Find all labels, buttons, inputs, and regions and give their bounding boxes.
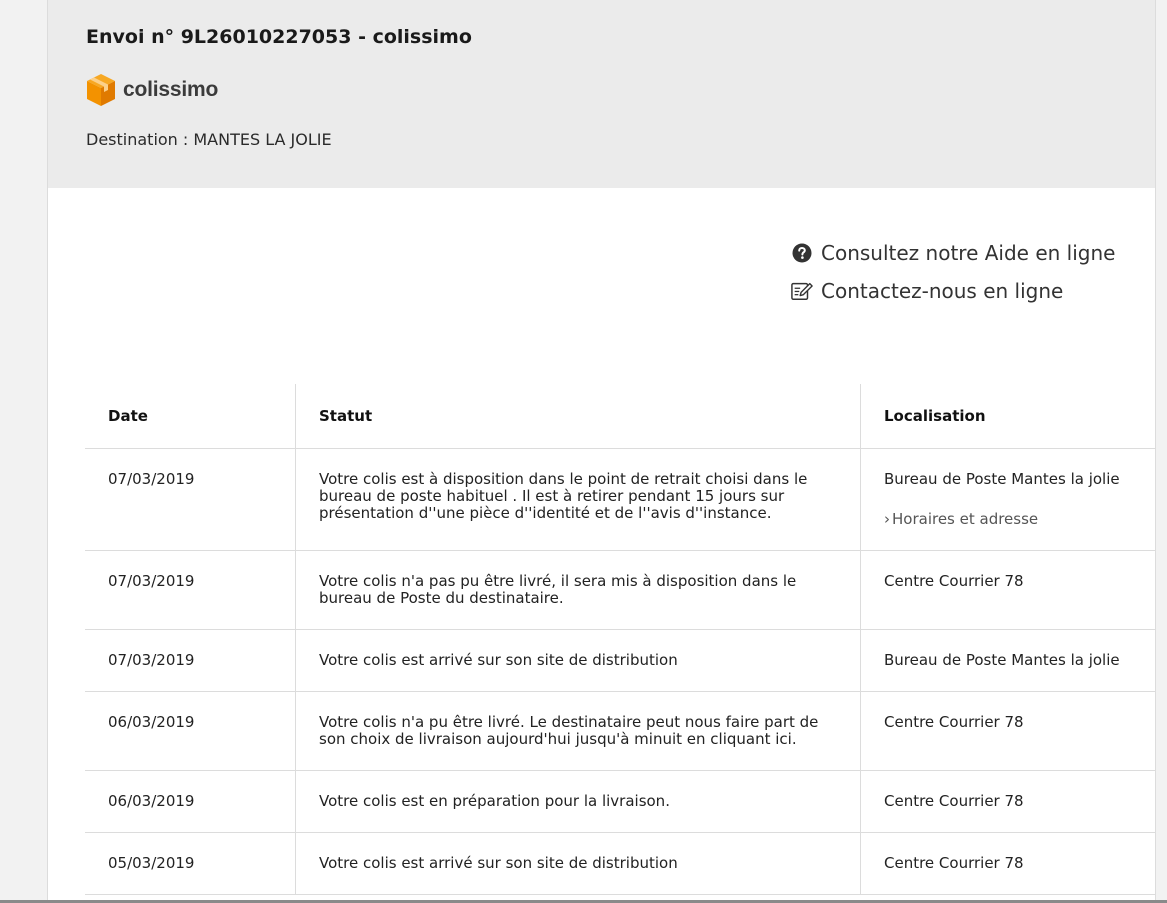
row-date: 07/03/2019 [85,448,296,551]
hours-address-label: Horaires et adresse [892,510,1039,528]
package-box-icon [87,74,115,106]
table-row: 07/03/2019 Votre colis est à disposition… [85,448,1155,551]
online-help-label: Consultez notre Aide en ligne [821,241,1116,265]
tracking-card: Envoi n° 9L26010227053 - colissimo colis… [47,0,1156,903]
colissimo-logo: colissimo [86,73,218,107]
row-status: Votre colis est arrivé sur son site de d… [295,629,861,692]
row-location: Centre Courrier 78 [860,770,1155,833]
table-row: 07/03/2019 Votre colis n'a pas pu être l… [85,550,1155,630]
row-location: Bureau de Poste Mantes la jolie [860,629,1155,692]
logo-text: colissimo [123,78,219,101]
row-date: 07/03/2019 [85,629,296,692]
status-column-header: Statut [295,384,861,449]
tracking-table: Date Statut Localisation 07/03/2019 Votr… [85,384,1155,895]
row-status: Votre colis est à disposition dans le po… [295,448,861,551]
table-row: 07/03/2019 Votre colis est arrivé sur so… [85,629,1155,692]
destination-label: Destination : MANTES LA JOLIE [86,130,332,149]
shipment-title: Envoi n° 9L26010227053 - colissimo [86,26,472,48]
chevron-right-icon: › [884,510,890,528]
row-status: Votre colis n'a pu être livré. Le destin… [295,691,861,771]
date-column-header: Date [85,384,296,449]
location-column-header: Localisation [860,384,1155,449]
row-location-cell: Bureau de Poste Mantes la jolie › Horair… [860,448,1155,551]
contact-link[interactable]: Contactez-nous en ligne [791,272,1115,310]
contact-label: Contactez-nous en ligne [821,279,1064,303]
table-row: 06/03/2019 Votre colis n'a pu être livré… [85,691,1155,771]
row-location: Centre Courrier 78 [860,691,1155,771]
table-row: 06/03/2019 Votre colis est en préparatio… [85,770,1155,833]
row-location: Bureau de Poste Mantes la jolie [884,470,1120,488]
help-links: Consultez notre Aide en ligne Contactez-… [791,234,1115,310]
shipment-header: Envoi n° 9L26010227053 - colissimo colis… [48,0,1155,188]
row-status: Votre colis est en préparation pour la l… [295,770,861,833]
row-status: Votre colis n'a pas pu être livré, il se… [295,550,861,630]
row-date: 06/03/2019 [85,691,296,771]
row-date: 05/03/2019 [85,832,296,895]
question-circle-icon [791,242,813,264]
row-status: Votre colis est arrivé sur son site de d… [295,832,861,895]
row-location: Centre Courrier 78 [860,832,1155,895]
edit-form-icon [791,280,813,302]
row-date: 06/03/2019 [85,770,296,833]
row-date: 07/03/2019 [85,550,296,630]
hours-address-link[interactable]: › Horaires et adresse [884,510,1155,528]
online-help-link[interactable]: Consultez notre Aide en ligne [791,234,1115,272]
table-row: 05/03/2019 Votre colis est arrivé sur so… [85,832,1155,895]
row-location: Centre Courrier 78 [860,550,1155,630]
table-header-row: Date Statut Localisation [85,384,1155,449]
